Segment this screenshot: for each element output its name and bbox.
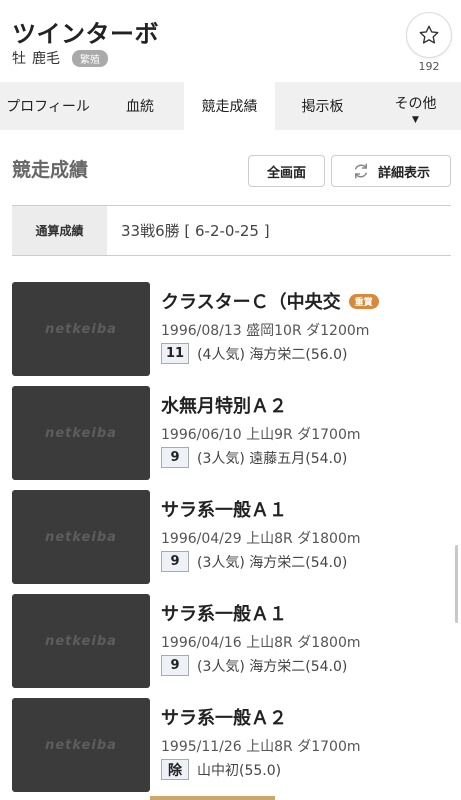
tab-bbs[interactable]: 掲示板	[275, 82, 370, 130]
race-info: 1996/04/16 上山8R ダ1800m	[161, 635, 361, 651]
thumbnail-logo: netkeiba	[45, 737, 117, 753]
caret-down-icon: ▼	[412, 115, 419, 125]
race-item[interactable]: netkeiba サラ系一般Ａ１ 1996/04/29 上山8R ダ1800m …	[12, 490, 452, 584]
tab-other[interactable]: その他 ▼	[370, 82, 461, 130]
race-info: 1996/06/10 上山9R ダ1700m	[161, 427, 361, 443]
summary-label: 通算成績	[12, 206, 107, 255]
finish-rank: 9	[161, 447, 189, 468]
race-detail: (4人気) 海方栄二(56.0)	[197, 346, 348, 363]
favorite-count: 192	[418, 60, 440, 73]
race-result: 除 山中初(55.0)	[161, 759, 281, 780]
tab-race-results[interactable]: 競走成績	[184, 82, 275, 130]
tab-label: その他	[394, 96, 437, 112]
race-title: サラ系一般Ａ２	[161, 708, 287, 729]
summary-value: 33戦6勝 [ 6-2-0-25 ]	[121, 222, 270, 240]
race-result: 11 (4人気) 海方栄二(56.0)	[161, 343, 347, 364]
race-result: 9 (3人気) 遠藤五月(54.0)	[161, 447, 347, 468]
tab-bar: プロフィール 血統 競走成績 掲示板 その他 ▼	[0, 82, 461, 130]
race-item[interactable]: netkeiba サラ系一般Ａ２ 1995/11/26 上山8R ダ1700m …	[12, 698, 452, 792]
grade-badge: 重賞	[348, 293, 379, 309]
tab-profile[interactable]: プロフィール	[0, 82, 96, 130]
fullscreen-button[interactable]: 全画面	[248, 155, 325, 187]
race-item[interactable]: netkeiba サラ系一般Ａ１ 1996/04/16 上山8R ダ1800m …	[12, 594, 452, 688]
refresh-icon	[354, 163, 367, 179]
scrollbar[interactable]	[455, 545, 458, 623]
race-thumbnail: netkeiba	[12, 490, 150, 584]
finish-rank: 除	[161, 759, 189, 780]
horse-sex: 牡	[12, 51, 26, 67]
race-title: クラスターＣ（中央交	[161, 292, 341, 313]
race-item[interactable]: netkeiba クラスターＣ（中央交 重賞 1996/08/13 盛岡10R …	[12, 282, 452, 376]
race-thumbnail: netkeiba	[12, 386, 150, 480]
thumbnail-logo: netkeiba	[45, 633, 117, 649]
race-result: 9 (3人気) 海方栄二(54.0)	[161, 551, 347, 572]
career-summary: 通算成績 33戦6勝 [ 6-2-0-25 ]	[12, 205, 451, 256]
finish-rank: 11	[161, 343, 190, 364]
horse-name: ツインターボ	[12, 20, 159, 48]
thumbnail-logo: netkeiba	[45, 321, 117, 337]
race-title: 水無月特別Ａ２	[161, 396, 287, 417]
race-result: 9 (3人気) 海方栄二(54.0)	[161, 655, 347, 676]
tab-label: プロフィール	[6, 99, 90, 115]
race-detail: 山中初(55.0)	[197, 762, 282, 779]
favorite-button[interactable]	[406, 12, 452, 58]
race-detail: (3人気) 海方栄二(54.0)	[197, 554, 348, 571]
tab-label: 血統	[126, 99, 154, 115]
thumbnail-logo: netkeiba	[45, 425, 117, 441]
race-detail: (3人気) 遠藤五月(54.0)	[197, 450, 348, 467]
race-name: クラスターＣ（中央交 重賞	[161, 288, 379, 314]
race-name: サラ系一般Ａ１	[161, 496, 287, 522]
race-thumbnail: netkeiba	[12, 594, 150, 688]
next-item-edge	[150, 796, 275, 800]
horse-coat: 鹿毛	[32, 51, 60, 67]
race-info: 1996/04/29 上山8R ダ1800m	[161, 531, 361, 547]
horse-meta: 牡 鹿毛 繁殖	[12, 48, 108, 68]
race-name: サラ系一般Ａ２	[161, 704, 287, 730]
race-detail: (3人気) 海方栄二(54.0)	[197, 658, 348, 675]
race-info: 1996/08/13 盛岡10R ダ1200m	[161, 323, 370, 339]
tab-label: 競走成績	[201, 99, 258, 115]
race-name: サラ系一般Ａ１	[161, 600, 287, 626]
tab-label: 掲示板	[301, 99, 344, 115]
fullscreen-label: 全画面	[266, 165, 306, 181]
race-thumbnail: netkeiba	[12, 282, 150, 376]
race-thumbnail: netkeiba	[12, 698, 150, 792]
section-title: 競走成績	[12, 159, 89, 181]
race-item[interactable]: netkeiba 水無月特別Ａ２ 1996/06/10 上山9R ダ1700m …	[12, 386, 452, 480]
detail-view-button[interactable]: 詳細表示	[331, 155, 451, 187]
horse-header: ツインターボ 牡 鹿毛 繁殖 192	[0, 0, 461, 80]
finish-rank: 9	[161, 551, 189, 572]
thumbnail-logo: netkeiba	[45, 529, 117, 545]
tab-pedigree[interactable]: 血統	[96, 82, 184, 130]
race-title: サラ系一般Ａ１	[161, 500, 287, 521]
detail-view-label: 詳細表示	[377, 165, 430, 181]
status-badge: 繁殖	[72, 49, 108, 67]
finish-rank: 9	[161, 655, 189, 676]
star-outline-icon	[419, 25, 439, 44]
race-info: 1995/11/26 上山8R ダ1700m	[161, 739, 361, 755]
race-title: サラ系一般Ａ１	[161, 604, 287, 625]
race-name: 水無月特別Ａ２	[161, 392, 287, 418]
